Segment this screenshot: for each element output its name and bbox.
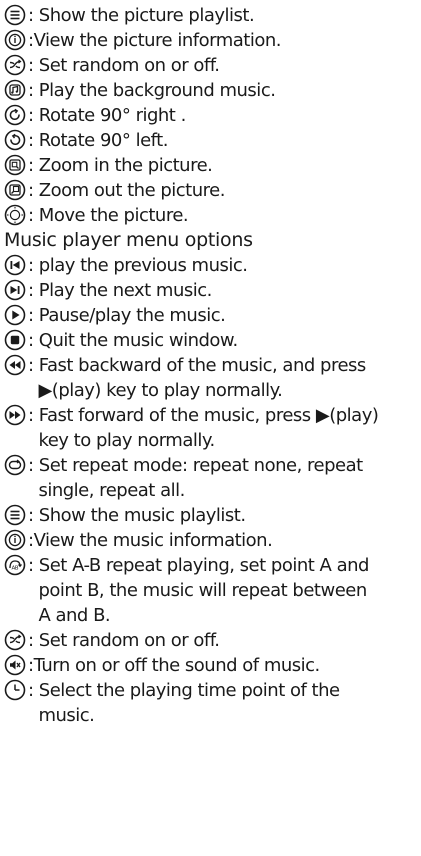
option-description: : play the previous music. — [28, 255, 248, 276]
random-icon — [4, 629, 26, 651]
list-item: : Zoom in the picture. — [4, 153, 421, 178]
option-description: : Zoom out the picture. — [28, 180, 225, 201]
option-description: : Show the music playlist. — [28, 505, 246, 526]
mute-icon — [4, 654, 26, 676]
list-item: : Play the next music. — [4, 278, 421, 303]
list-item: : Fast forward of the music, press ▶(pla… — [4, 403, 421, 453]
playlist-icon — [4, 4, 26, 26]
rotate-right-icon — [4, 104, 26, 126]
option-description: : Zoom in the picture. — [28, 155, 213, 176]
list-item: : Set repeat mode: repeat none, repeat s… — [4, 453, 421, 503]
option-description: : Play the next music. — [28, 280, 212, 301]
list-item: AB : Set A-B repeat playing, set point A … — [4, 553, 421, 628]
play-pause-icon — [4, 304, 26, 326]
music-note-icon — [4, 79, 26, 101]
list-item: : Zoom out the picture. — [4, 178, 421, 203]
next-icon — [4, 279, 26, 301]
music-options-list: : play the previous music. : Play the nex… — [4, 253, 421, 728]
option-description: :View the music information. — [28, 530, 273, 551]
option-description: : Show the picture playlist. — [28, 5, 255, 26]
option-description: : Set repeat mode: repeat none, repeat s… — [28, 455, 363, 501]
repeat-icon — [4, 454, 26, 476]
previous-icon — [4, 254, 26, 276]
info-icon — [4, 529, 26, 551]
option-description: : Pause/play the music. — [28, 305, 226, 326]
time-point-icon — [4, 679, 26, 701]
option-description: : Rotate 90° left. — [28, 130, 168, 151]
picture-options-list: : Show the picture playlist. :View the pi… — [4, 3, 421, 228]
random-icon — [4, 54, 26, 76]
list-item: : Rotate 90° right . — [4, 103, 421, 128]
option-description: : Rotate 90° right . — [28, 105, 186, 126]
svg-text:AB: AB — [12, 566, 19, 572]
zoom-out-icon — [4, 179, 26, 201]
option-description: : Set A-B repeat playing, set point A an… — [28, 555, 369, 626]
fast-backward-icon — [4, 354, 26, 376]
list-item: : Rotate 90° left. — [4, 128, 421, 153]
zoom-in-icon — [4, 154, 26, 176]
fast-forward-icon — [4, 404, 26, 426]
option-description: : Play the background music. — [28, 80, 276, 101]
info-icon — [4, 29, 26, 51]
manual-page: : Show the picture playlist. :View the pi… — [0, 0, 421, 856]
stop-icon — [4, 329, 26, 351]
option-description: :View the picture information. — [28, 30, 281, 51]
option-description: :Turn on or off the sound of music. — [28, 655, 320, 676]
option-description: : Set random on or off. — [28, 55, 220, 76]
move-icon — [4, 204, 26, 226]
ab-repeat-icon: AB — [4, 554, 26, 576]
list-item: : Show the picture playlist. — [4, 3, 421, 28]
option-description: : Set random on or off. — [28, 630, 220, 651]
list-item: : Set random on or off. — [4, 53, 421, 78]
playlist-icon — [4, 504, 26, 526]
option-description: : Fast backward of the music, and press … — [28, 355, 366, 401]
music-heading: Music player menu options — [4, 229, 253, 251]
list-item: :Turn on or off the sound of music. — [4, 653, 421, 678]
list-item: : Fast backward of the music, and press … — [4, 353, 421, 403]
list-item: : Pause/play the music. — [4, 303, 421, 328]
option-description: : Fast forward of the music, press ▶(pla… — [28, 405, 379, 451]
rotate-left-icon — [4, 129, 26, 151]
option-description: : Quit the music window. — [28, 330, 238, 351]
list-item: : play the previous music. — [4, 253, 421, 278]
list-item: : Show the music playlist. — [4, 503, 421, 528]
option-description: : Move the picture. — [28, 205, 189, 226]
list-item: : Select the playing time point of the m… — [4, 678, 421, 728]
option-description: : Select the playing time point of the m… — [28, 680, 340, 726]
list-item: : Set random on or off. — [4, 628, 421, 653]
list-item: :View the picture information. — [4, 28, 421, 53]
list-item: : Play the background music. — [4, 78, 421, 103]
list-item: :View the music information. — [4, 528, 421, 553]
list-item: : Quit the music window. — [4, 328, 421, 353]
list-item: : Move the picture. — [4, 203, 421, 228]
